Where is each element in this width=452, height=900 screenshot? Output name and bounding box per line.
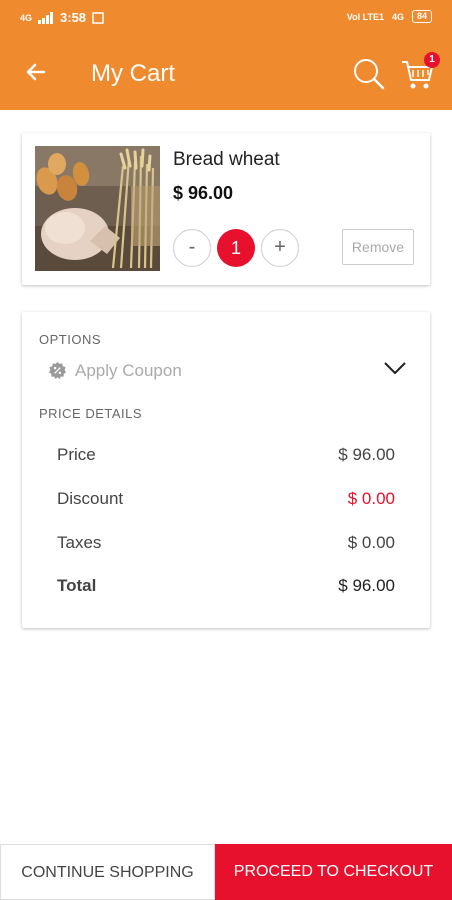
notification-icon: [92, 11, 104, 24]
network-left-label: 4G: [20, 12, 33, 23]
bottom-action-bar: CONTINUE SHOPPING PROCEED TO CHECKOUT: [0, 844, 452, 900]
volte-label: Vol LTE1: [346, 11, 384, 22]
network-right-label: 4G: [391, 11, 404, 22]
total-value: $ 96.00: [338, 576, 395, 595]
cart-button[interactable]: 1: [400, 52, 440, 92]
product-photo: [35, 146, 160, 271]
continue-shopping-button[interactable]: CONTINUE SHOPPING: [0, 844, 215, 900]
price-label: Price: [57, 445, 96, 464]
decrease-quantity-button[interactable]: -: [173, 229, 211, 267]
cart-count-badge: 1: [424, 52, 440, 68]
status-left: 4G 3:58: [20, 10, 104, 25]
apply-coupon-label: Apply Coupon: [75, 361, 182, 380]
product-name: Bread wheat: [173, 149, 280, 170]
discount-label: Discount: [57, 489, 124, 508]
search-button[interactable]: [351, 56, 387, 92]
back-button[interactable]: [20, 56, 52, 88]
quantity-value: 1: [217, 229, 255, 267]
price-row: Price $ 96.00: [57, 445, 395, 469]
coupon-icon: [48, 361, 67, 380]
increase-quantity-button[interactable]: +: [261, 229, 299, 267]
product-image[interactable]: [35, 146, 160, 271]
proceed-to-checkout-button[interactable]: PROCEED TO CHECKOUT: [215, 844, 452, 900]
taxes-value: $ 0.00: [347, 533, 395, 552]
price-value: $ 96.00: [338, 445, 395, 464]
status-time: 3:58: [60, 10, 87, 25]
options-heading: OPTIONS: [39, 332, 102, 347]
app-header: 4G 3:58 Vol LTE1 4G 84 My Cart 1: [0, 0, 452, 110]
taxes-label: Taxes: [57, 533, 102, 552]
total-label: Total: [57, 576, 97, 595]
page-title: My Cart: [91, 60, 175, 87]
price-details-heading: PRICE DETAILS: [39, 406, 143, 421]
discount-value: $ 0.00: [347, 489, 395, 508]
total-row: Total $ 96.00: [57, 576, 395, 600]
remove-button[interactable]: Remove: [342, 229, 414, 265]
status-right: Vol LTE1 4G 84: [347, 10, 432, 23]
taxes-row: Taxes $ 0.00: [57, 533, 395, 557]
status-bar: 4G 3:58 Vol LTE1 4G 84: [0, 0, 452, 36]
signal-icon: [38, 11, 54, 24]
discount-row: Discount $ 0.00: [57, 489, 395, 513]
product-price: $ 96.00: [173, 183, 234, 203]
battery-indicator: 84: [411, 10, 432, 23]
cart-item-card: Bread wheat $ 96.00 - 1 + Remove: [22, 133, 430, 285]
toolbar: My Cart 1: [0, 40, 452, 110]
apply-coupon-row[interactable]: Apply Coupon: [39, 356, 413, 386]
search-icon: [354, 59, 385, 90]
order-summary-card: OPTIONS Apply Coupon PRICE DETAILS Price…: [22, 312, 430, 628]
back-arrow-icon: [26, 63, 46, 81]
chevron-down-icon: [384, 362, 406, 374]
